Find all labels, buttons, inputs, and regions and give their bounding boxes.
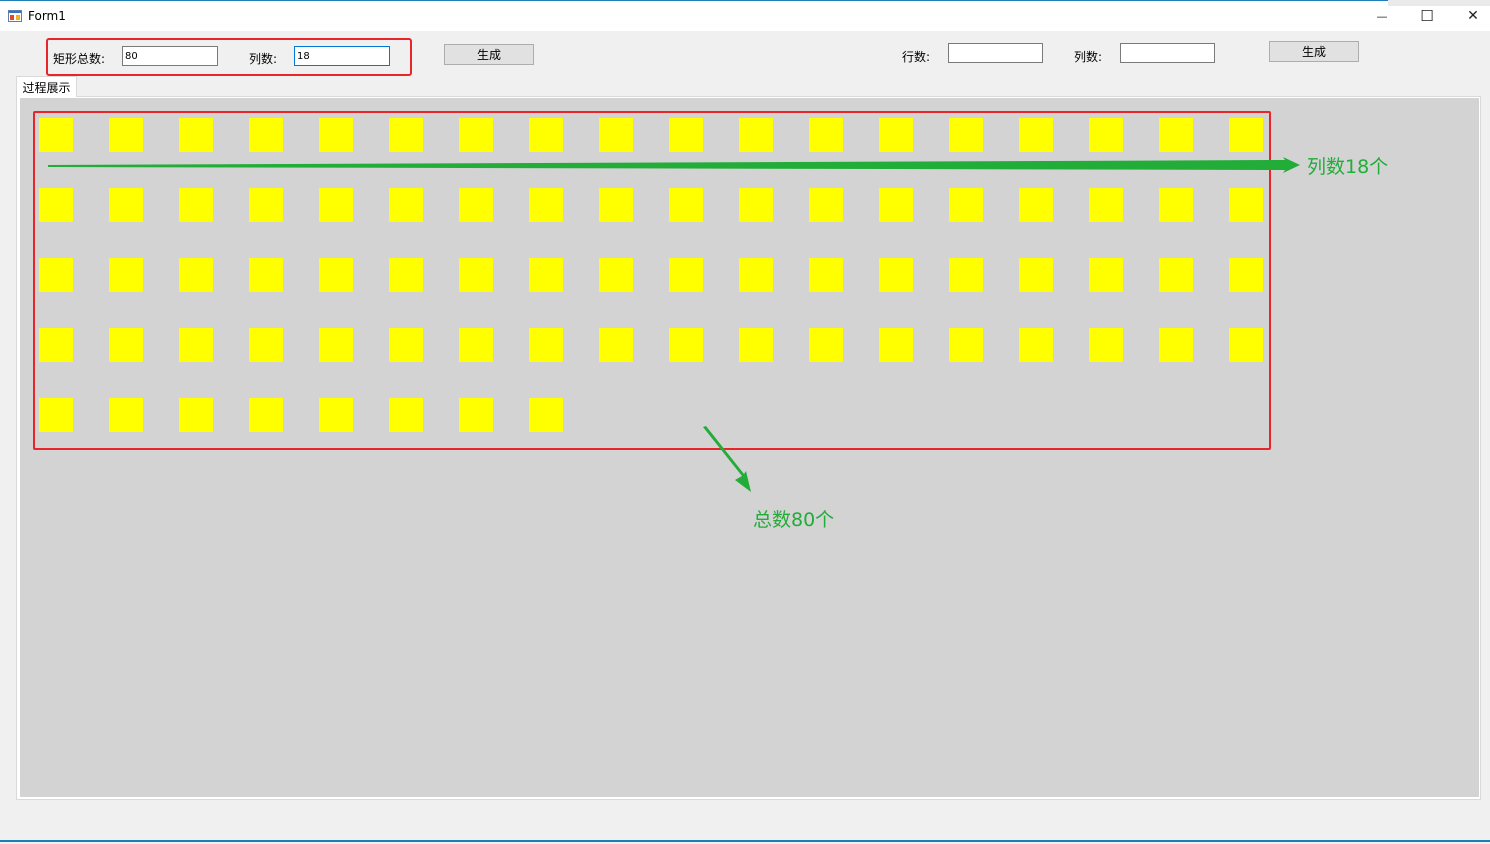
columns-annotation: 列数18个 (1307, 156, 1389, 178)
total-annotation: 总数80个 (753, 509, 835, 531)
window-border (0, 840, 1490, 842)
annotation-arrows (48, 157, 1300, 492)
columns-arrow (48, 157, 1300, 173)
total-arrow (703, 426, 751, 492)
